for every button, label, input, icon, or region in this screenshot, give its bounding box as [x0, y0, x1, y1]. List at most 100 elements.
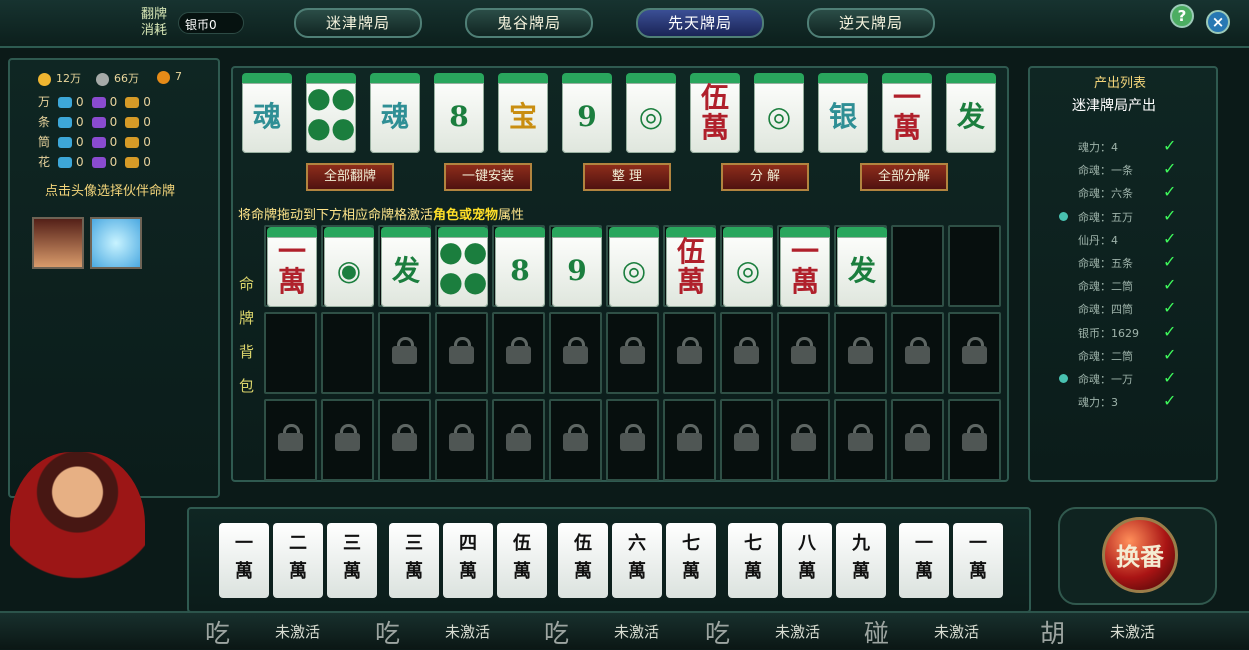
action-button-3[interactable]: 分 解 — [721, 163, 809, 191]
selected-dot-icon — [1059, 211, 1068, 221]
bag-slot[interactable] — [321, 399, 374, 481]
hand-tile[interactable]: 伍 萬 — [497, 523, 547, 598]
tab-3[interactable]: 逆天牌局 — [807, 8, 935, 38]
hand-tile[interactable]: 一 萬 — [219, 523, 269, 598]
bag-tile[interactable]: 8 — [495, 227, 545, 307]
bag-slot[interactable] — [891, 399, 944, 481]
bag-slot[interactable] — [435, 399, 488, 481]
hand-tile[interactable]: 七 萬 — [666, 523, 716, 598]
exchange-button[interactable]: 换番 — [1058, 507, 1217, 605]
bag-slot[interactable]: ◎ — [606, 225, 659, 307]
hand-tile[interactable]: 三 萬 — [389, 523, 439, 598]
bag-slot[interactable] — [777, 312, 830, 394]
tab-0[interactable]: 迷津牌局 — [294, 8, 422, 38]
bag-slot[interactable] — [492, 312, 545, 394]
bag-tile[interactable]: 伍 萬 — [666, 227, 716, 307]
hand-tile[interactable]: 一 萬 — [899, 523, 949, 598]
bag-slot[interactable]: 一 萬 — [777, 225, 830, 307]
main-tile[interactable]: ◎ — [754, 73, 804, 153]
main-tile[interactable]: 银 — [818, 73, 868, 153]
bag-tile[interactable]: ◎ — [723, 227, 773, 307]
bag-slot[interactable]: 8 — [492, 225, 545, 307]
bag-tile[interactable]: 9 — [552, 227, 602, 307]
action-button-4[interactable]: 全部分解 — [860, 163, 948, 191]
bag-slot[interactable] — [606, 312, 659, 394]
bag-slot[interactable] — [777, 399, 830, 481]
lock-icon — [392, 337, 417, 364]
bag-slot[interactable] — [606, 399, 659, 481]
main-tile[interactable]: 伍 萬 — [690, 73, 740, 153]
check-icon: ✓ — [1163, 321, 1177, 341]
bag-slot[interactable] — [264, 399, 317, 481]
main-tile[interactable]: 宝 — [498, 73, 548, 153]
help-button[interactable]: ? — [1170, 4, 1194, 28]
hand-tile[interactable]: 三 萬 — [327, 523, 377, 598]
bag-slot[interactable] — [435, 312, 488, 394]
avatar-hero[interactable] — [32, 217, 84, 269]
bag-slot[interactable] — [549, 312, 602, 394]
tab-1[interactable]: 鬼谷牌局 — [465, 8, 593, 38]
output-subtitle: 迷津牌局产出 — [1072, 98, 1156, 114]
main-tile[interactable]: 8 — [434, 73, 484, 153]
hand-tile[interactable]: 二 萬 — [273, 523, 323, 598]
lock-icon — [392, 424, 417, 451]
action-button-2[interactable]: 整 理 — [583, 163, 671, 191]
bag-slot[interactable]: 发 — [378, 225, 431, 307]
bag-tile[interactable]: 一 萬 — [780, 227, 830, 307]
close-button[interactable]: × — [1206, 10, 1230, 34]
bag-slot[interactable] — [549, 399, 602, 481]
hand-tile[interactable]: 伍 萬 — [558, 523, 608, 598]
hand-tile[interactable]: 九 萬 — [836, 523, 886, 598]
resource-type: 条 — [38, 115, 51, 129]
action-button-0[interactable]: 全部翻牌 — [306, 163, 394, 191]
main-tile[interactable]: ◎ — [626, 73, 676, 153]
bag-slot[interactable]: 一 萬 — [264, 225, 317, 307]
resource-value: 0 — [76, 95, 84, 109]
hand-tile[interactable]: 一 萬 — [953, 523, 1003, 598]
main-tile[interactable]: ●● ●● — [306, 73, 356, 153]
main-tile[interactable]: 一 萬 — [882, 73, 932, 153]
bag-slot[interactable] — [834, 312, 887, 394]
bag-slot[interactable]: ◉ — [321, 225, 374, 307]
bag-slot[interactable]: 伍 萬 — [663, 225, 716, 307]
tab-2[interactable]: 先天牌局 — [636, 8, 764, 38]
bag-slot[interactable]: ●● ●● — [435, 225, 488, 307]
bag-slot[interactable] — [378, 399, 431, 481]
bag-tile[interactable]: ◎ — [609, 227, 659, 307]
action-button-1[interactable]: 一键安装 — [444, 163, 532, 191]
hand-tile[interactable]: 六 萬 — [612, 523, 662, 598]
bag-slot[interactable] — [663, 312, 716, 394]
bag-slot[interactable]: 9 — [549, 225, 602, 307]
bag-slot[interactable] — [663, 399, 716, 481]
main-tile[interactable]: 9 — [562, 73, 612, 153]
bag-slot[interactable] — [948, 399, 1001, 481]
bag-slot[interactable] — [891, 312, 944, 394]
bag-slot[interactable] — [720, 312, 773, 394]
bag-slot[interactable] — [891, 225, 944, 307]
bag-slot[interactable] — [720, 399, 773, 481]
bag-slot[interactable] — [948, 312, 1001, 394]
bag-slot[interactable] — [321, 312, 374, 394]
avatar-pet[interactable] — [90, 217, 142, 269]
bag-slot[interactable] — [378, 312, 431, 394]
bag-tile[interactable]: 发 — [381, 227, 431, 307]
bag-slot[interactable] — [834, 399, 887, 481]
hand-tile[interactable]: 八 萬 — [782, 523, 832, 598]
bag-tile[interactable]: ◉ — [324, 227, 374, 307]
bag-slot[interactable] — [492, 399, 545, 481]
bag-slot[interactable]: ◎ — [720, 225, 773, 307]
main-tile[interactable]: 魂 — [370, 73, 420, 153]
main-tile[interactable]: 魂 — [242, 73, 292, 153]
bag-slot[interactable]: 发 — [834, 225, 887, 307]
bag-tile[interactable]: 一 萬 — [267, 227, 317, 307]
bag-slot[interactable] — [264, 312, 317, 394]
hand-tile[interactable]: 七 萬 — [728, 523, 778, 598]
main-tile[interactable]: 发 — [946, 73, 996, 153]
bag-tile[interactable]: ●● ●● — [438, 227, 488, 307]
silver-resource: 66万 — [96, 70, 139, 86]
resource-value: 0 — [109, 115, 118, 129]
bag-tile[interactable]: 发 — [837, 227, 887, 307]
bag-slot[interactable] — [948, 225, 1001, 307]
lock-icon — [335, 424, 360, 451]
hand-tile[interactable]: 四 萬 — [443, 523, 493, 598]
